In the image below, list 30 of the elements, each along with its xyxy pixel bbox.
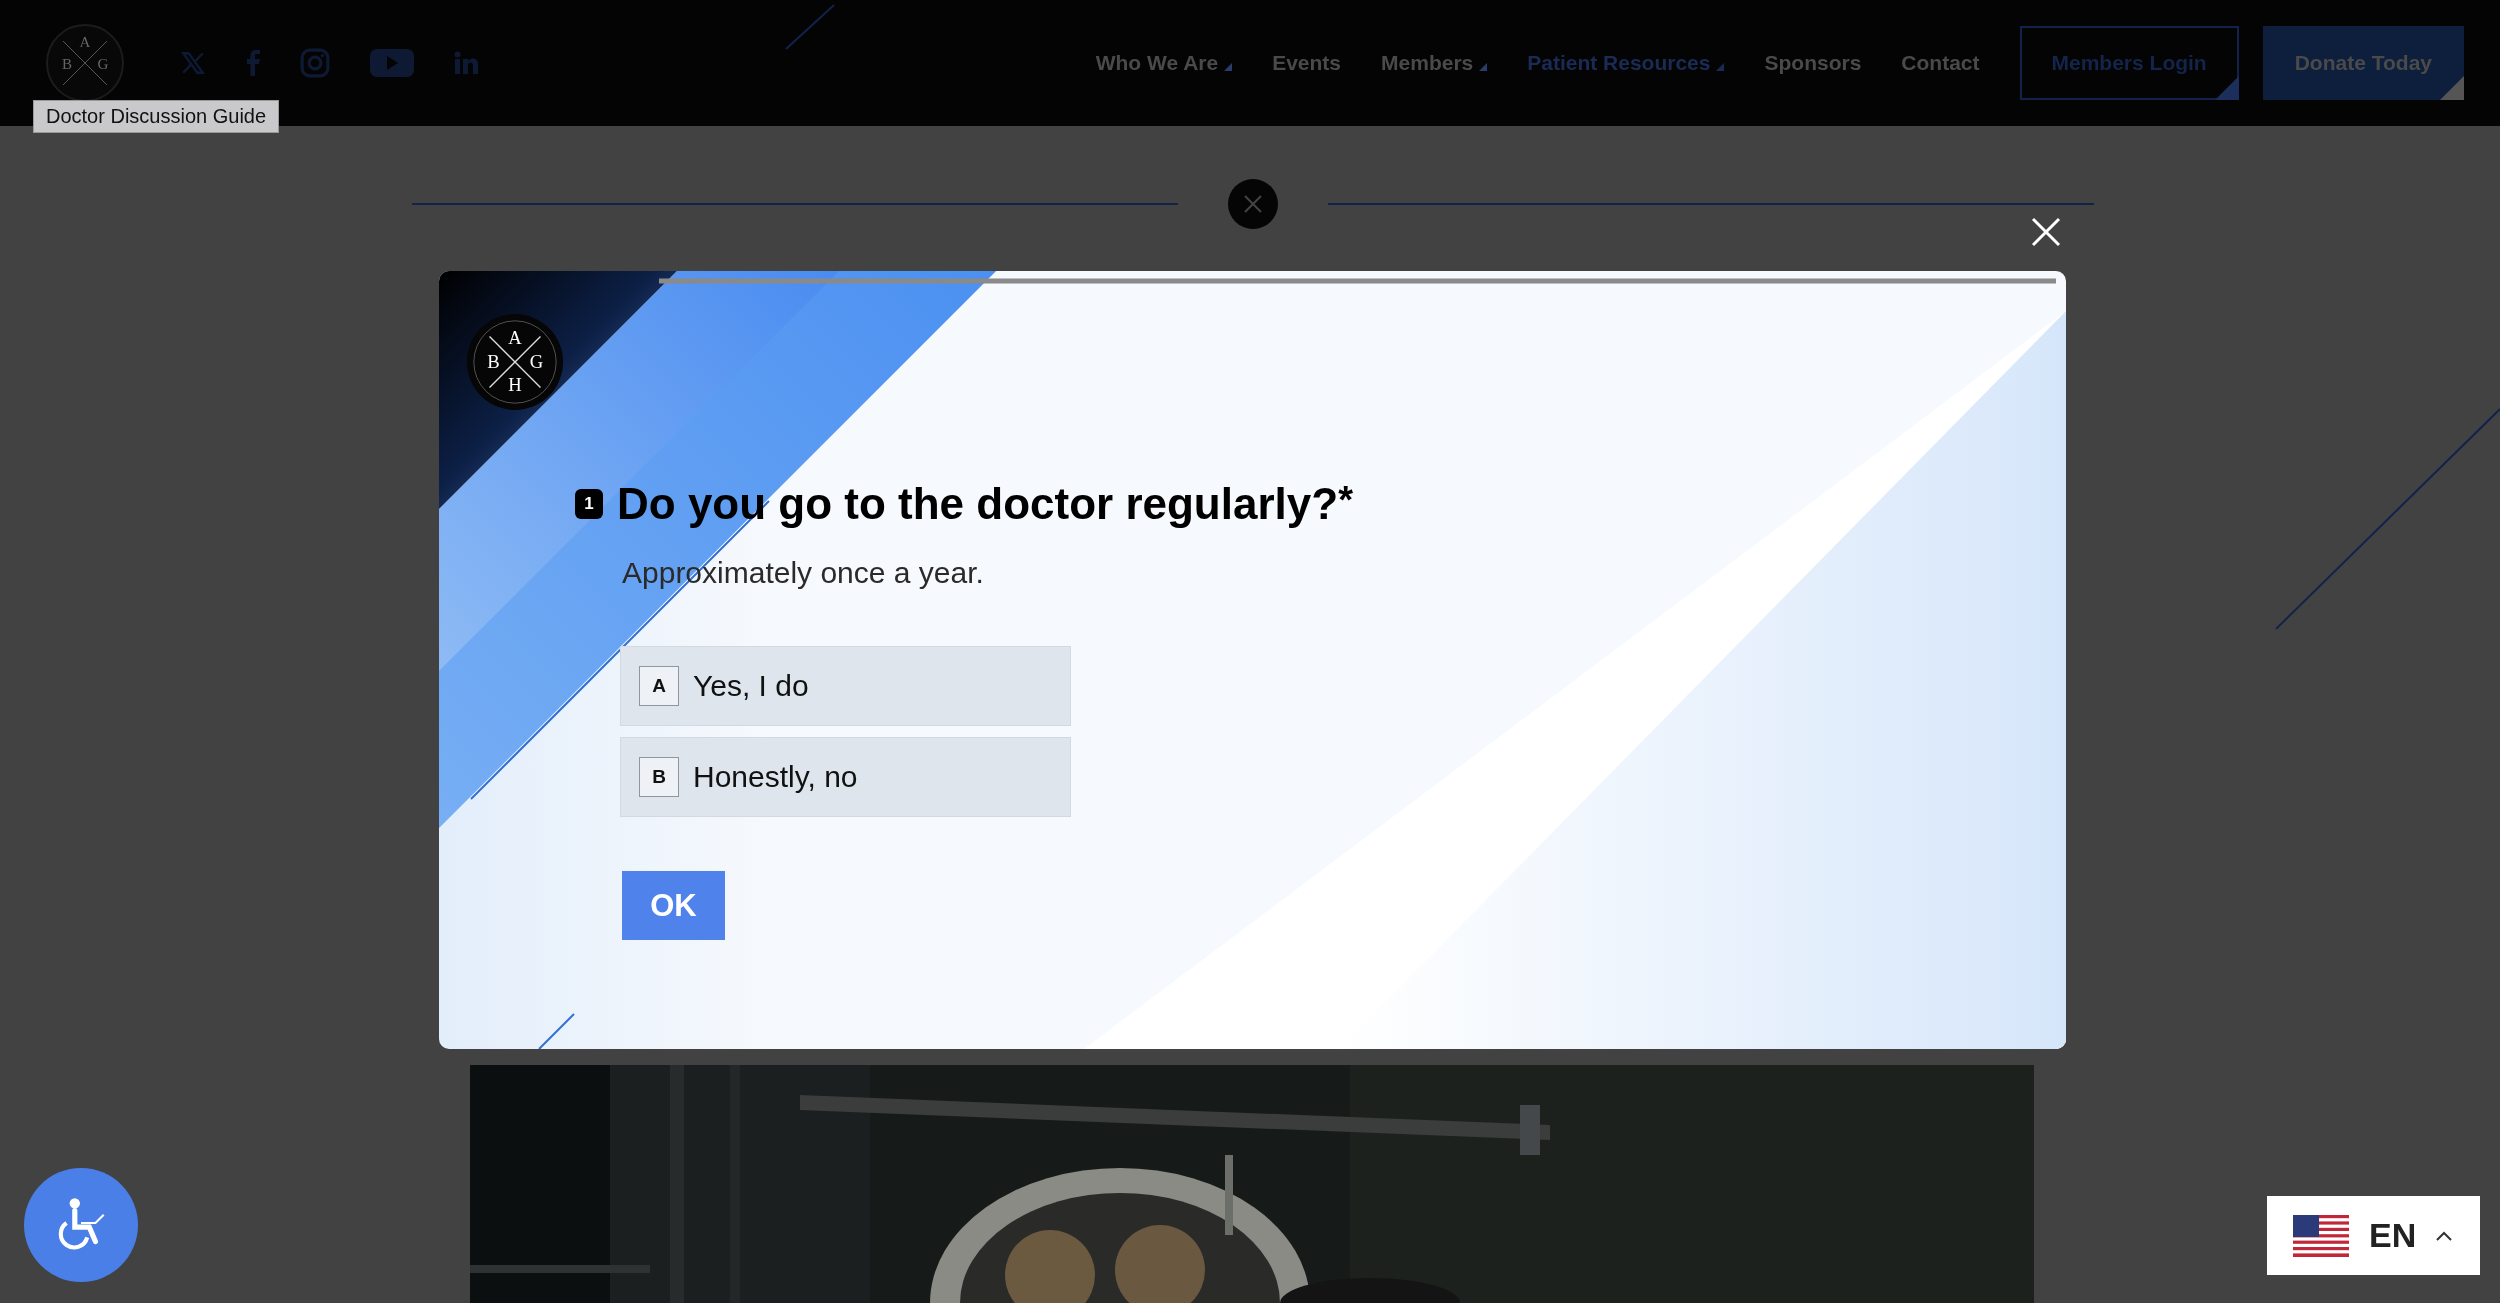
linkedin-icon[interactable] [454, 51, 478, 75]
caret-icon [1479, 63, 1488, 71]
language-selector[interactable]: EN [2267, 1196, 2480, 1275]
accent-line [785, 4, 835, 50]
question-title: Do you go to the doctor regularly?* [617, 479, 1353, 529]
answer-option[interactable]: A Yes, I do [620, 646, 1071, 726]
logo: A B G H [466, 313, 564, 411]
instagram-icon[interactable] [300, 48, 330, 78]
nav-link[interactable]: Patient Resources [1527, 51, 1725, 75]
donate-button[interactable]: Donate Today [2262, 26, 2464, 100]
nav-link[interactable]: Sponsors [1764, 51, 1862, 75]
tooltip: Doctor Discussion Guide [33, 100, 280, 133]
close-button[interactable] [2031, 217, 2061, 247]
nav-link[interactable]: Members [1381, 51, 1488, 75]
logo[interactable]: A B G [45, 23, 125, 103]
close-circle-icon [1228, 179, 1278, 229]
flag-icon [2293, 1214, 2349, 1257]
answer-option[interactable]: B Honestly, no [620, 737, 1071, 817]
ok-button[interactable]: OK [622, 871, 725, 940]
caret-icon [1224, 63, 1233, 71]
caret-icon [2436, 1230, 2453, 1241]
nav-link[interactable]: Contact [1901, 51, 1980, 75]
caret-icon [1716, 63, 1725, 71]
x-icon[interactable] [180, 50, 206, 76]
login-button[interactable]: Members Login [2019, 26, 2239, 100]
question-number: 1 [575, 489, 603, 519]
facebook-icon[interactable] [246, 49, 260, 77]
nav-link[interactable]: Who We Are [1095, 51, 1233, 75]
nav-link[interactable]: Events [1272, 51, 1342, 75]
youtube-icon[interactable] [370, 49, 414, 77]
